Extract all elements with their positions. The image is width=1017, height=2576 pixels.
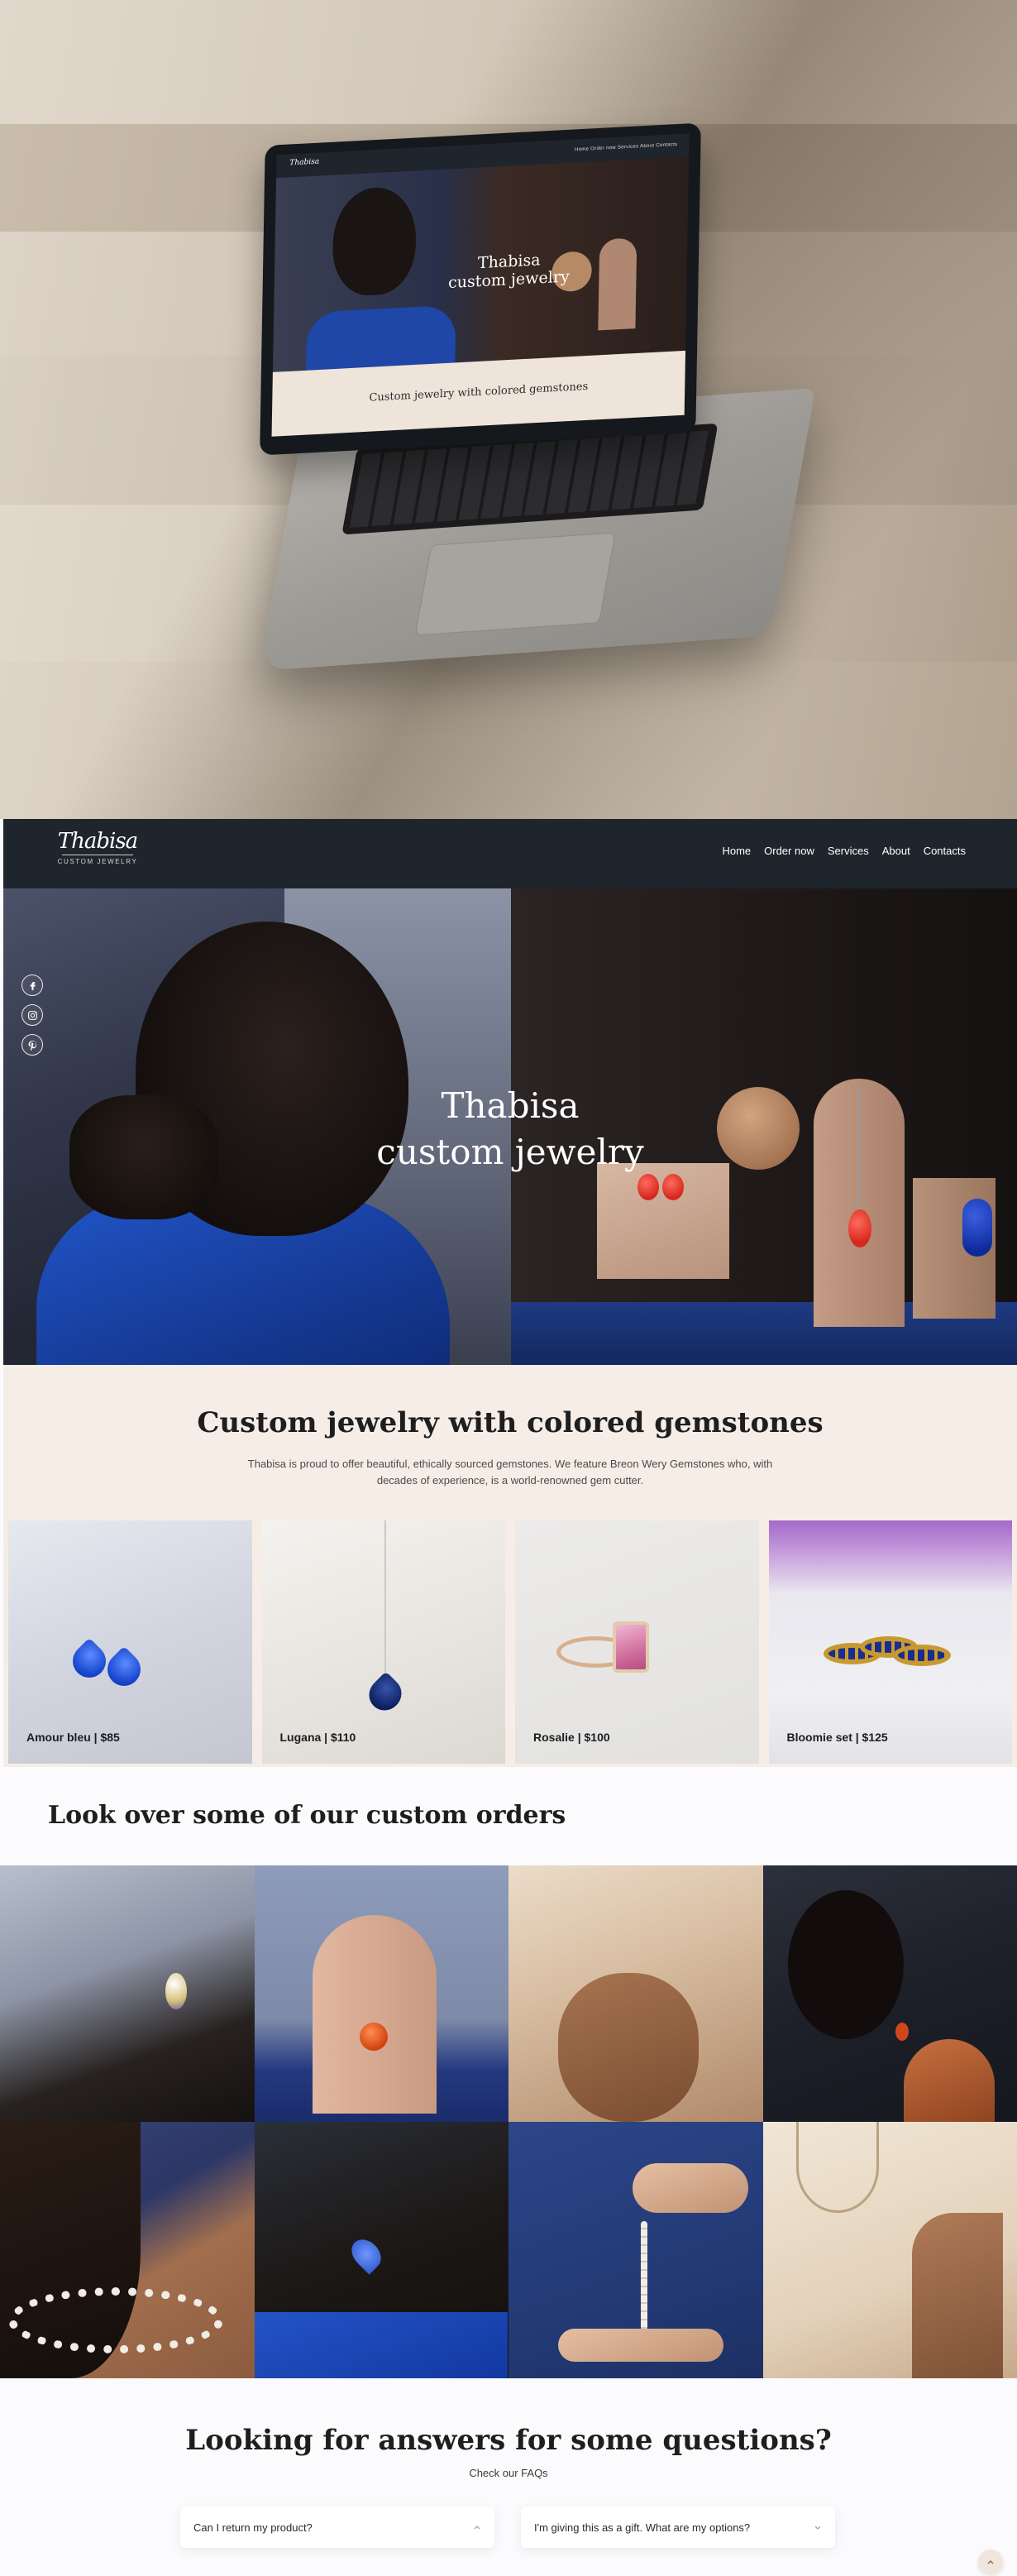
orange-pendant [359,2023,388,2051]
product-list: Amour bleu | $85 Lugana | $110 Rosalie |… [8,1520,1012,1764]
nav-link-order-now[interactable]: Order now [764,845,814,857]
model-hands [558,1973,699,2122]
laptop-screen: Thabisa Home Order now Services About Co… [260,122,701,456]
custom-orders-gallery [0,1865,1017,2378]
product-label: Lugana | $110 [279,1731,356,1744]
navbar: Thabisa CUSTOM JEWELRY Home Order now Se… [3,819,1017,888]
necklace-chain [384,1520,386,1678]
model-hand [633,2163,748,2213]
facebook-button[interactable] [21,974,43,996]
faq-item[interactable]: I'm giving this as a gift. What are my o… [521,2507,835,2548]
model-jacket [254,2312,508,2378]
gallery-image[interactable] [254,1865,508,2122]
blue-heart-earring [100,1645,148,1693]
laptop-screen-nav-links: Home Order now Services About Contacts [574,141,678,153]
social-links [21,974,45,1064]
instagram-icon [27,1010,37,1020]
laptop-screen-logo: Thabisa [289,157,320,168]
gallery-image[interactable] [254,2122,508,2378]
chain-necklace [795,2122,879,2213]
pinterest-icon [28,1040,36,1051]
sapphire-ring [892,1645,951,1666]
model-shirt [903,2039,995,2122]
red-earring [662,1174,684,1200]
product-card-bloomie-set[interactable]: Bloomie set | $125 [768,1520,1012,1764]
faq-item[interactable]: Can I return my product? [180,2507,494,2548]
gallery-image[interactable] [508,1865,763,2122]
product-card-lugana[interactable]: Lugana | $110 [261,1520,505,1764]
pearl-strand [641,2221,647,2337]
instagram-button[interactable] [21,1004,43,1026]
hero-banner: Thabisa custom jewelry [3,888,1017,1365]
logo-subtitle: CUSTOM JEWELRY [57,858,138,865]
pinterest-button[interactable] [21,1034,43,1056]
product-label: Rosalie | $100 [533,1731,610,1744]
nav-link-home[interactable]: Home [722,845,751,857]
drop-earring [165,1973,187,2009]
laptop-screen-jacket [305,304,456,371]
product-card-rosalie[interactable]: Rosalie | $100 [515,1520,759,1764]
pearl-necklace [8,2287,223,2353]
facebook-icon [30,981,36,990]
gallery-image[interactable] [508,2122,763,2378]
red-pendant [848,1209,871,1247]
chevron-up-icon [473,2523,481,2531]
laptop-mockup-image: Thabisa Home Order now Services About Co… [0,0,1017,819]
product-label: Bloomie set | $125 [786,1731,888,1744]
laptop-screen-model [332,185,418,298]
model-hand [911,2213,1003,2378]
laptop-screen-hero-title: Thabisa custom jewelry [448,249,570,292]
gallery-image[interactable] [762,2122,1017,2378]
hero-title: Thabisa custom jewelry [3,1083,1017,1175]
website-page: Thabisa CUSTOM JEWELRY Home Order now Se… [0,819,1017,2576]
faq-subtitle: Check our FAQs [469,2467,548,2479]
blue-pendant [962,1199,992,1257]
product-card-amour-bleu[interactable]: Amour bleu | $85 [8,1520,252,1764]
nav-link-contacts[interactable]: Contacts [924,845,966,857]
chevron-down-icon [814,2523,822,2531]
faq-question: I'm giving this as a gift. What are my o… [534,2521,751,2534]
logo[interactable]: Thabisa CUSTOM JEWELRY [56,829,139,879]
model-profile [787,1890,904,2039]
intro-section: Custom jewelry with colored gemstones Th… [3,1365,1017,1767]
laptop-screen-hero: Thabisa custom jewelry [272,156,690,372]
product-label: Amour bleu | $85 [26,1731,120,1744]
gallery-image[interactable] [0,1865,255,2122]
chevron-up-icon [987,2560,994,2564]
nav-link-services[interactable]: Services [828,845,869,857]
laptop-screen-prop-arch [598,237,637,331]
pendant-stand [312,1915,437,2114]
blue-heart-earring [345,2234,387,2275]
nav-link-about[interactable]: About [882,845,910,857]
gallery-image[interactable] [0,2122,255,2378]
laptop-screen-intro-text: Custom jewelry with colored gemstones [369,380,589,405]
laptop-trackpad [414,532,616,636]
gallery-image[interactable] [762,1865,1017,2122]
red-earring [637,1174,659,1200]
orange-earring [895,2023,909,2041]
logo-script: Thabisa [57,829,138,854]
intro-text: Thabisa is proud to offer beautiful, eth… [247,1458,773,1487]
custom-orders-title: Look over some of our custom orders [48,1801,566,1830]
faq-question: Can I return my product? [193,2521,313,2534]
model-hand [558,2329,723,2362]
scroll-to-top-button[interactable] [978,2550,1003,2574]
faq-title: Looking for answers for some questions? [185,2424,832,2457]
pink-ring-stone [613,1621,649,1673]
navy-heart-pendant [361,1671,408,1717]
hero-title-line1: Thabisa [441,1085,580,1126]
blue-heart-earring [65,1637,113,1685]
intro-title: Custom jewelry with colored gemstones [197,1406,824,1439]
hero-title-line2: custom jewelry [376,1132,644,1172]
nav-links: Home Order now Services About Contacts [709,845,966,857]
